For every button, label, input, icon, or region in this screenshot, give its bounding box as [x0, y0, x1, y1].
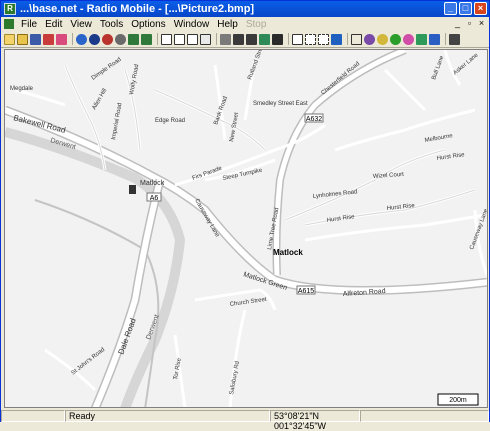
print-icon[interactable] — [220, 33, 231, 45]
toolbar-separator — [288, 33, 289, 45]
status-cell-empty — [1, 409, 65, 422]
toolbar-separator — [445, 33, 446, 45]
magenta-circle-icon[interactable] — [403, 33, 414, 45]
mail-icon[interactable] — [429, 33, 440, 45]
copy-icon[interactable] — [200, 33, 211, 45]
menu-bar: File Edit View Tools Options Window Help… — [1, 17, 489, 31]
menu-file[interactable]: File — [17, 19, 41, 30]
toolbar-separator — [347, 33, 348, 45]
map-window-icon[interactable] — [161, 33, 172, 45]
app-window: R ...\base.net - Radio Mobile - [...\Pic… — [0, 0, 490, 431]
save-icon[interactable] — [30, 33, 41, 45]
open-folder-icon[interactable] — [17, 33, 28, 45]
mdi-minimize-button[interactable]: _ — [453, 19, 462, 28]
a632-label: A632 — [306, 116, 322, 123]
menu-edit[interactable]: Edit — [41, 19, 66, 30]
status-bar: Ready 53°08'21"N 001°32'45"W — [1, 409, 489, 431]
matlock-small-label: Matlock — [140, 180, 165, 187]
maximize-button[interactable]: □ — [459, 2, 472, 15]
map-canvas[interactable]: A6 A632 A615 Bakewell Road Derwent Matlo… — [5, 50, 488, 408]
unit-properties-icon[interactable] — [56, 33, 67, 45]
document-icon[interactable] — [4, 19, 14, 29]
minimize-button[interactable]: _ — [444, 2, 457, 15]
elevation-grid-icon[interactable] — [259, 33, 270, 45]
arrow-left-icon[interactable] — [128, 33, 139, 45]
toolbar-separator — [216, 33, 217, 45]
mdi-restore-button[interactable]: ▫ — [465, 19, 474, 28]
menu-view[interactable]: View — [66, 19, 96, 30]
status-state: Ready — [65, 409, 270, 422]
fit-icon[interactable] — [331, 33, 342, 45]
menu-window[interactable]: Window — [170, 19, 214, 30]
edge-road-label: Edge Road — [155, 118, 185, 124]
title-bar[interactable]: R ...\base.net - Radio Mobile - [...\Pic… — [1, 1, 489, 17]
toolbar — [1, 31, 489, 48]
book-icon[interactable] — [449, 33, 460, 45]
picture-icon[interactable] — [174, 33, 185, 45]
mdi-close-button[interactable]: × — [477, 19, 486, 28]
station-icon — [129, 185, 136, 194]
paste-icon[interactable] — [246, 33, 257, 45]
radio-coverage-icon[interactable] — [102, 33, 113, 45]
a615-label: A615 — [298, 288, 314, 295]
globe-icon[interactable] — [76, 33, 87, 45]
close-button[interactable]: × — [474, 2, 487, 15]
new-icon[interactable] — [4, 33, 15, 45]
radio-mobile-app-icon[interactable]: R — [4, 3, 16, 15]
toolbar-separator — [157, 33, 158, 45]
window-frame-icon[interactable] — [292, 33, 303, 45]
radio-link-icon[interactable] — [89, 33, 100, 45]
stack-icon[interactable] — [272, 33, 283, 45]
menu-tools[interactable]: Tools — [96, 19, 127, 30]
network-properties-icon[interactable] — [43, 33, 54, 45]
menu-stop[interactable]: Stop — [242, 19, 271, 30]
toolbar-separator — [72, 33, 73, 45]
status-coordinates: 53°08'21"N 001°32'45"W — [270, 409, 360, 431]
arrow-right-icon[interactable] — [141, 33, 152, 45]
scale-bar-label: 200m — [449, 397, 467, 404]
zoom-region-icon[interactable] — [318, 33, 329, 45]
sun-icon[interactable] — [377, 33, 388, 45]
green-circle-icon[interactable] — [390, 33, 401, 45]
menu-help[interactable]: Help — [213, 19, 242, 30]
route-icon[interactable] — [364, 33, 375, 45]
map-view[interactable]: A6 A632 A615 Bakewell Road Derwent Matlo… — [4, 49, 488, 408]
a6-label: A6 — [150, 195, 159, 202]
menu-options[interactable]: Options — [127, 19, 169, 30]
window-title: ...\base.net - Radio Mobile - [...\Pictu… — [20, 3, 255, 15]
clipboard-icon[interactable] — [233, 33, 244, 45]
matlock-label: Matlock — [273, 248, 303, 257]
status-cell-filler — [360, 409, 489, 422]
antenna-icon[interactable] — [351, 33, 362, 45]
image-icon[interactable] — [416, 33, 427, 45]
smedley-street-east-label: Smedley Street East — [253, 101, 308, 107]
merge-icon[interactable] — [187, 33, 198, 45]
megdale-label: Megdale — [10, 86, 34, 92]
select-region-icon[interactable] — [305, 33, 316, 45]
visual-coverage-icon[interactable] — [115, 33, 126, 45]
